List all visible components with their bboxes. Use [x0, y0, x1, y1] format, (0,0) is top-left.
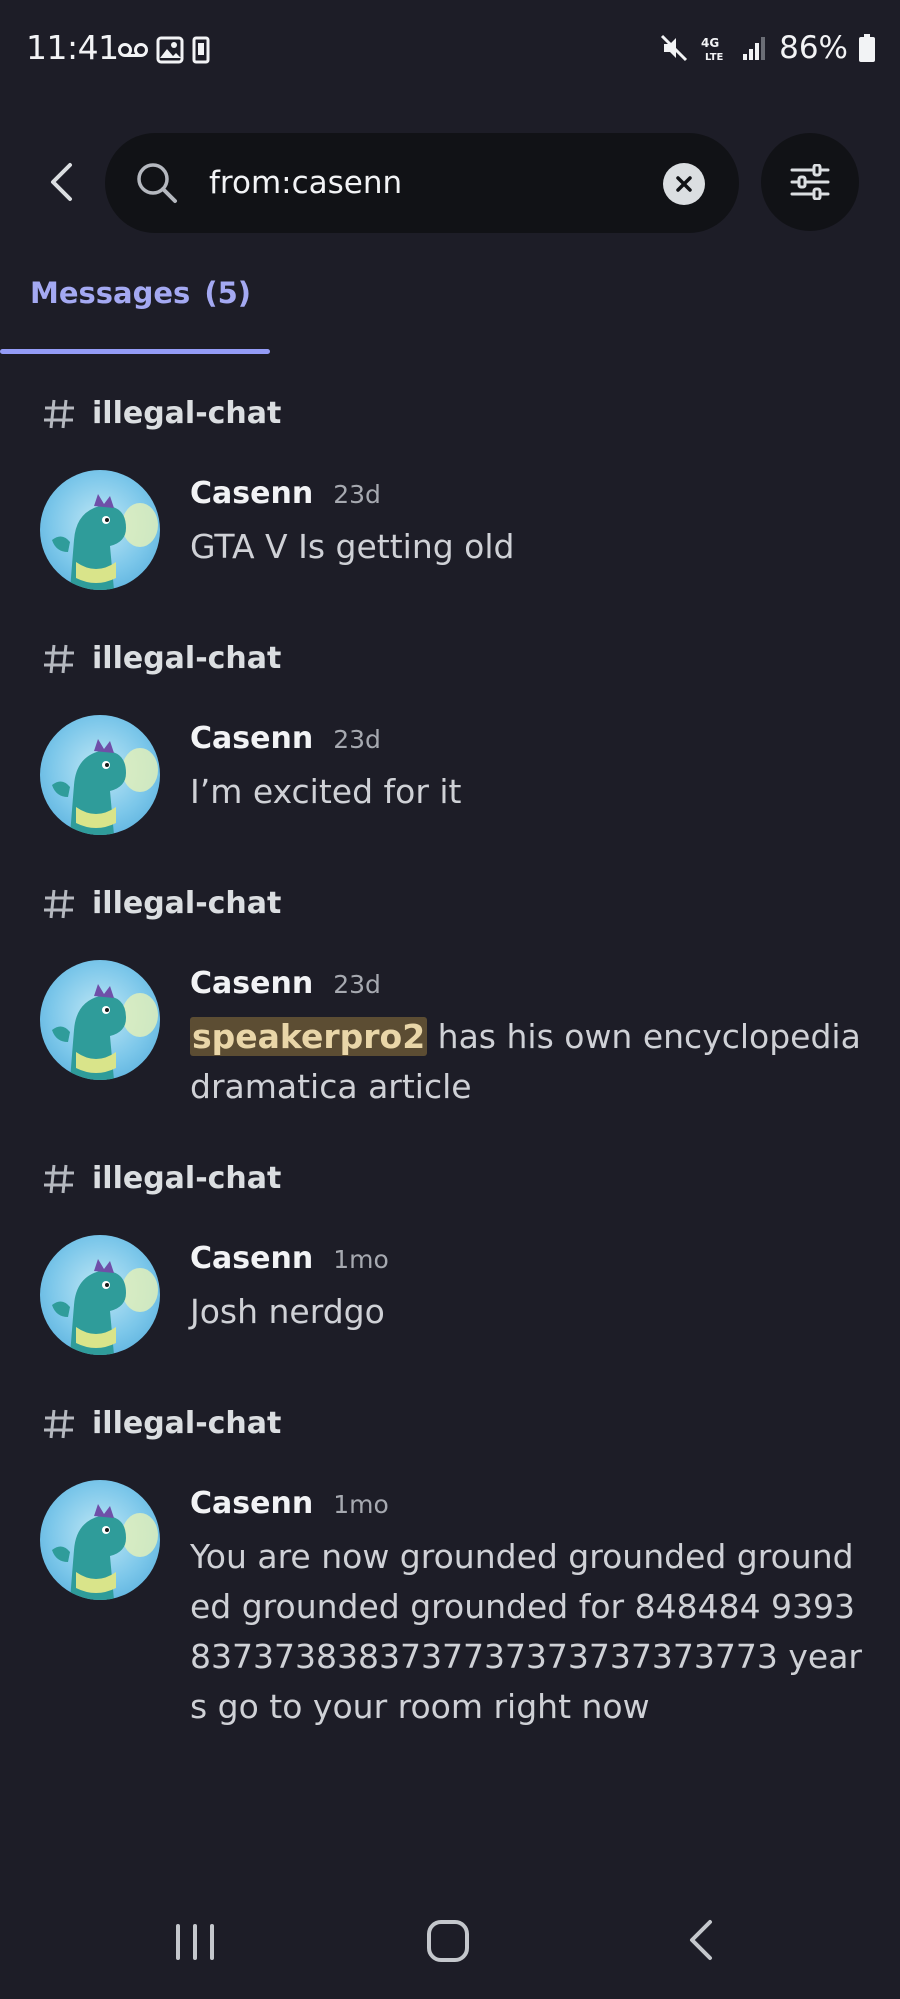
voicemail-icon	[118, 43, 148, 57]
channel-link[interactable]: illegal-chat	[42, 1406, 281, 1441]
tab-messages[interactable]: Messages (5)	[30, 276, 251, 310]
search-icon	[137, 163, 177, 203]
channel-link[interactable]: illegal-chat	[42, 641, 281, 676]
recent-apps-icon	[176, 1924, 214, 1960]
tab-active-indicator	[0, 349, 270, 354]
svg-text:LTE: LTE	[705, 52, 724, 63]
avatar[interactable]	[40, 1235, 160, 1355]
lte-icon: 4G LTE	[701, 36, 724, 63]
battery-icon	[859, 34, 875, 62]
channel-name: illegal-chat	[92, 1161, 282, 1196]
author-name[interactable]: Casenn 1mo	[190, 1486, 389, 1521]
gallery-icon	[156, 36, 184, 64]
search-input[interactable]	[209, 159, 629, 207]
status-time: 11:41	[26, 28, 119, 67]
signal-icon	[743, 37, 766, 60]
dinosaur-avatar-icon	[52, 739, 158, 835]
dinosaur-avatar-icon	[52, 494, 158, 590]
author-name[interactable]: Casenn 23d	[190, 966, 381, 1001]
message-text: speakerpro2 has his own encyclopedia dra…	[190, 1012, 870, 1112]
author-name[interactable]: Casenn 23d	[190, 721, 381, 756]
tab-messages-label: Messages	[30, 276, 191, 310]
message-text: GTA V Is getting old	[190, 527, 515, 566]
dinosaur-avatar-icon	[52, 984, 158, 1080]
home-button[interactable]	[425, 1918, 471, 1968]
channel-link[interactable]: illegal-chat	[42, 396, 281, 431]
hashtag-icon	[44, 1164, 74, 1193]
device-icon	[192, 36, 210, 64]
timestamp: 23d	[333, 970, 381, 999]
recent-apps-button[interactable]	[172, 1920, 218, 1968]
user-mention[interactable]: speakerpro2	[190, 1017, 428, 1056]
mute-icon	[661, 34, 688, 62]
message-text: You are now grounded grounded grounded g…	[190, 1537, 862, 1726]
channel-link[interactable]: illegal-chat	[42, 886, 281, 921]
filter-button[interactable]	[761, 133, 859, 231]
home-icon	[427, 1920, 469, 1962]
tab-messages-count: (5)	[204, 276, 251, 310]
chevron-left-icon	[690, 1920, 712, 1960]
avatar[interactable]	[40, 470, 160, 590]
author-name[interactable]: Casenn 23d	[190, 476, 381, 511]
channel-name: illegal-chat	[92, 641, 282, 676]
sliders-icon	[790, 164, 830, 200]
system-back-button[interactable]	[686, 1916, 716, 1968]
dinosaur-avatar-icon	[52, 1504, 158, 1600]
channel-name: illegal-chat	[92, 1406, 282, 1441]
timestamp: 1mo	[333, 1490, 389, 1519]
hashtag-icon	[44, 1409, 74, 1438]
author-name[interactable]: Casenn 1mo	[190, 1241, 389, 1276]
author-label: Casenn	[190, 966, 314, 1001]
avatar[interactable]	[40, 960, 160, 1080]
timestamp: 23d	[333, 480, 381, 509]
author-label: Casenn	[190, 721, 314, 756]
author-label: Casenn	[190, 476, 314, 511]
channel-name: illegal-chat	[92, 396, 282, 431]
hashtag-icon	[44, 399, 74, 428]
author-label: Casenn	[190, 1241, 314, 1276]
navigation-bar	[0, 1900, 900, 1999]
battery-percent: 86%	[779, 30, 848, 66]
dinosaur-avatar-icon	[52, 1259, 158, 1355]
message-text: I’m excited for it	[190, 772, 462, 811]
chevron-left-icon	[51, 163, 72, 201]
author-label: Casenn	[190, 1486, 314, 1521]
timestamp: 23d	[333, 725, 381, 754]
avatar[interactable]	[40, 715, 160, 835]
clear-search-button[interactable]	[663, 163, 705, 205]
message-text: Josh nerdgo	[190, 1292, 385, 1331]
search-bar[interactable]	[105, 133, 739, 233]
svg-text:4G: 4G	[701, 36, 719, 50]
close-icon	[676, 176, 692, 192]
avatar[interactable]	[40, 1480, 160, 1600]
hashtag-icon	[44, 889, 74, 918]
timestamp: 1mo	[333, 1245, 389, 1274]
channel-name: illegal-chat	[92, 886, 282, 921]
hashtag-icon	[44, 644, 74, 673]
back-button[interactable]	[36, 150, 86, 214]
status-bar: 11:41 4G LTE 86%	[0, 0, 900, 100]
channel-link[interactable]: illegal-chat	[42, 1161, 281, 1196]
